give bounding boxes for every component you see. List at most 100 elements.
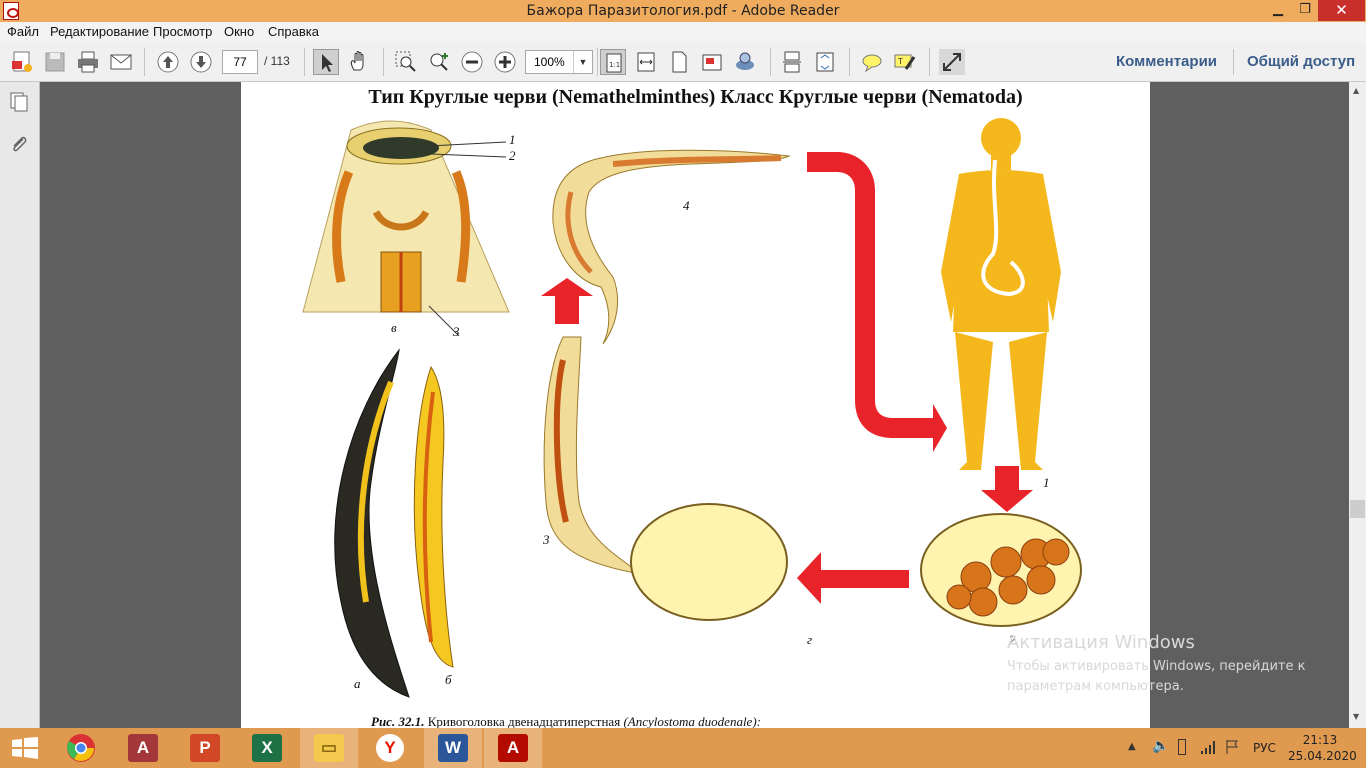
taskbar-powerpoint[interactable]: P bbox=[176, 728, 234, 768]
system-clock[interactable]: 21:13 25.04.2020 bbox=[1288, 732, 1357, 764]
menu-view[interactable]: Просмотр bbox=[153, 24, 212, 39]
taskbar-excel[interactable]: X bbox=[238, 728, 296, 768]
menu-window[interactable]: Окно bbox=[224, 24, 254, 39]
flag-icon[interactable] bbox=[1224, 739, 1240, 759]
taskbar-acrobat[interactable]: A bbox=[484, 728, 542, 768]
zoom-in-icon[interactable] bbox=[492, 49, 518, 75]
label-2-top: 2 bbox=[509, 148, 516, 163]
watermark-title: Активация Windows bbox=[1007, 632, 1195, 653]
worm-head-section bbox=[302, 120, 510, 313]
scroll-mode-icon[interactable] bbox=[779, 49, 805, 75]
arrow-to-egg bbox=[981, 466, 1033, 512]
zoom-level-select[interactable]: 100% ▼ bbox=[525, 50, 593, 74]
caption-latin: (Ancylostoma duodenale): bbox=[623, 714, 761, 728]
pages-panel-icon[interactable] bbox=[8, 91, 30, 113]
arrow-up-larva bbox=[541, 278, 593, 324]
full-screen-icon[interactable] bbox=[939, 49, 965, 75]
navigation-pane bbox=[0, 82, 40, 728]
clock-time: 21:13 bbox=[1302, 733, 1338, 747]
attachments-icon[interactable] bbox=[8, 133, 30, 155]
zoom-out-icon[interactable] bbox=[459, 49, 485, 75]
tray-chevron-up-icon[interactable]: ▲ bbox=[1128, 741, 1136, 752]
input-language[interactable]: РУС bbox=[1253, 741, 1276, 755]
hand-tool-icon[interactable] bbox=[346, 49, 372, 75]
create-pdf-icon[interactable] bbox=[9, 49, 35, 75]
scroll-up-icon[interactable]: ▲ bbox=[1353, 86, 1359, 95]
page-number-input[interactable]: 77 bbox=[222, 50, 258, 74]
excel-icon: X bbox=[252, 734, 282, 762]
worm-female-b bbox=[413, 365, 454, 668]
restore-button[interactable]: ❐ bbox=[1292, 0, 1318, 21]
signal-icon[interactable] bbox=[1200, 739, 1216, 759]
folder-icon: ▭ bbox=[314, 734, 344, 762]
share-panel-link[interactable]: Общий доступ bbox=[1247, 53, 1355, 70]
caption-prefix: Рис. 32.1. bbox=[371, 714, 425, 728]
access-icon: A bbox=[128, 734, 158, 762]
comments-panel-link[interactable]: Комментарии bbox=[1116, 53, 1217, 70]
arrow-to-larva-egg bbox=[797, 552, 909, 604]
egg-with-larva-g bbox=[630, 503, 788, 621]
yandex-icon: Y bbox=[376, 734, 404, 762]
toolbar: 77 / 113 100% ▼ 1:1 T Комментарии Общий … bbox=[0, 42, 1366, 82]
zoom-value: 100% bbox=[534, 55, 565, 69]
taskbar-chrome[interactable] bbox=[52, 728, 110, 768]
taskbar-yandex[interactable]: Y bbox=[362, 728, 420, 768]
previous-page-icon[interactable] bbox=[155, 49, 181, 75]
windows-activation-watermark: Активация Windows Чтобы активировать Win… bbox=[1007, 632, 1347, 697]
worm-male-a bbox=[334, 348, 410, 698]
highlight-icon[interactable]: T bbox=[892, 49, 918, 75]
page-thumbnail-icon[interactable] bbox=[699, 49, 725, 75]
watermark-line2: параметрам компьютера. bbox=[1007, 679, 1184, 694]
menu-edit[interactable]: Редактирование bbox=[50, 24, 149, 39]
actual-size-icon[interactable]: 1:1 bbox=[600, 49, 626, 75]
close-button[interactable]: ✕ bbox=[1318, 0, 1365, 21]
clock-date: 25.04.2020 bbox=[1288, 749, 1357, 763]
powerpoint-icon: P bbox=[190, 734, 220, 762]
scroll-down-icon[interactable]: ▼ bbox=[1353, 712, 1359, 721]
marquee-zoom-icon[interactable] bbox=[393, 49, 419, 75]
print-icon[interactable] bbox=[75, 49, 101, 75]
window-title: Бажора Паразитология.pdf - Adobe Reader bbox=[526, 3, 840, 19]
label-4: 4 bbox=[683, 198, 690, 213]
next-page-icon[interactable] bbox=[188, 49, 214, 75]
label-a: а bbox=[354, 676, 361, 691]
svg-text:T: T bbox=[897, 57, 903, 66]
rotate-view-icon[interactable] bbox=[812, 49, 838, 75]
watermark-line1: Чтобы активировать Windows, перейдите к bbox=[1007, 659, 1306, 674]
save-icon[interactable] bbox=[42, 49, 68, 75]
menu-file[interactable]: Файл bbox=[7, 24, 39, 39]
acrobat-icon: A bbox=[498, 734, 528, 762]
chevron-down-icon[interactable]: ▼ bbox=[573, 51, 592, 73]
filariform-larva-4 bbox=[552, 149, 791, 345]
label-3-mid: 3 bbox=[543, 532, 550, 547]
label-3-top: 3 bbox=[453, 324, 460, 339]
fit-width-icon[interactable] bbox=[633, 49, 659, 75]
menu-help[interactable]: Справка bbox=[268, 24, 319, 39]
select-tool-icon[interactable] bbox=[313, 49, 339, 75]
vertical-scrollbar[interactable]: ▲ ▼ bbox=[1349, 82, 1366, 728]
menu-bar: Файл Редактирование Просмотр Окно Справк… bbox=[0, 22, 1366, 42]
start-button[interactable] bbox=[0, 728, 50, 768]
minimize-button[interactable]: ▁ bbox=[1265, 0, 1291, 21]
figure-caption: Рис. 32.1. Кривоголовка двенадцатиперстн… bbox=[371, 714, 761, 728]
read-mode-icon[interactable] bbox=[732, 49, 758, 75]
taskbar: A P X ▭ Y W A ▲ 🔈 РУС 21:13 25.04.2020 bbox=[0, 728, 1366, 768]
comment-icon[interactable] bbox=[859, 49, 885, 75]
fit-page-icon[interactable] bbox=[666, 49, 692, 75]
battery-icon[interactable] bbox=[1178, 739, 1186, 755]
label-v: в bbox=[391, 320, 397, 335]
caption-text: Кривоголовка двенадцатиперстная bbox=[424, 714, 624, 728]
label-1-top: 1 bbox=[509, 132, 516, 147]
scroll-thumb[interactable] bbox=[1350, 500, 1365, 518]
label-b: б bbox=[445, 672, 452, 687]
speaker-icon[interactable]: 🔈 bbox=[1152, 738, 1169, 754]
taskbar-explorer[interactable]: ▭ bbox=[300, 728, 358, 768]
chrome-icon bbox=[67, 734, 95, 762]
dynamic-zoom-icon[interactable] bbox=[426, 49, 452, 75]
taskbar-word[interactable]: W bbox=[424, 728, 482, 768]
taskbar-access[interactable]: A bbox=[114, 728, 172, 768]
email-icon[interactable] bbox=[108, 49, 134, 75]
word-icon: W bbox=[438, 734, 468, 762]
svg-text:1:1: 1:1 bbox=[609, 61, 620, 69]
label-g: г bbox=[807, 632, 813, 647]
